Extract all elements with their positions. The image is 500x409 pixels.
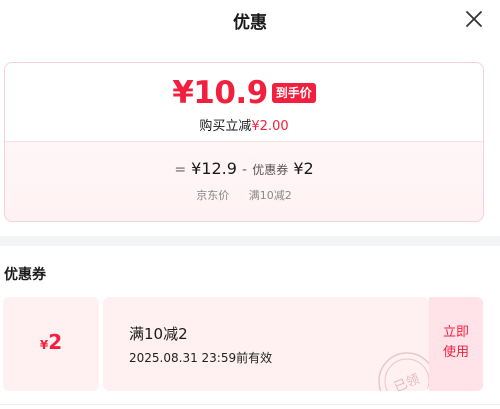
header: 优惠 — [0, 0, 500, 42]
final-price-area: ¥10.9 到手价 购买立减¥2.00 — [5, 63, 483, 141]
price-summary-card: ¥10.9 到手价 购买立减¥2.00 = ¥12.9 - 优惠券 ¥2 京东价 … — [4, 62, 484, 222]
coupon-notch-top — [97, 293, 105, 301]
coupon-notch-bottom — [97, 387, 105, 395]
close-button[interactable] — [462, 7, 486, 31]
coupon-rule-label: 满10减2 — [248, 189, 292, 202]
summary-divider — [5, 141, 483, 142]
coupon-label: 优惠券 — [252, 163, 289, 177]
discount-label: 购买立减 — [199, 119, 252, 134]
formula-equals: = — [174, 162, 187, 178]
final-price-row: ¥10.9 到手价 — [5, 75, 483, 111]
coupon-info-panel: 满10减2 2025.08.31 23:59前有效 已领 — [103, 297, 429, 391]
jd-price-value: ¥12.9 — [191, 159, 237, 178]
discount-amount: ¥2.00 — [251, 119, 289, 134]
use-now-button[interactable]: 立即 使用 — [429, 297, 483, 391]
use-now-label[interactable]: 立即 使用 — [429, 323, 483, 363]
page-title: 优惠 — [233, 13, 267, 33]
formula-labels: 京东价 满10减2 — [5, 187, 483, 203]
final-price: ¥10.9 — [172, 75, 268, 111]
formula-minus: - — [242, 162, 248, 178]
coupon-amount: ¥2 — [3, 330, 99, 354]
price-formula: = ¥12.9 - 优惠券 ¥2 — [5, 159, 483, 178]
jd-price-label: 京东价 — [196, 189, 230, 202]
coupon-amount-panel: ¥2 — [3, 297, 99, 391]
use-now-line1[interactable]: 立即 — [429, 323, 483, 343]
claimed-stamp-text: 已领 — [392, 372, 422, 391]
final-price-badge: 到手价 — [271, 83, 316, 103]
use-now-line2[interactable]: 使用 — [429, 343, 483, 363]
coupon-value: 2 — [48, 330, 63, 354]
coupon-card: ¥2 满10减2 2025.08.31 23:59前有效 已领 立即 使用 — [3, 293, 483, 395]
coupon-amount-value: ¥2 — [293, 159, 314, 178]
coupon-condition: 满10减2 — [129, 325, 188, 343]
coupon-expiry: 2025.08.31 23:59前有效 — [129, 351, 273, 365]
coupon-section-title: 优惠券 — [4, 267, 46, 283]
close-icon[interactable] — [462, 7, 486, 31]
section-separator — [0, 236, 500, 246]
discount-row: 购买立减¥2.00 — [5, 115, 483, 134]
claimed-stamp-icon: 已领 — [378, 352, 429, 391]
coupon-currency: ¥ — [39, 338, 49, 352]
bottom-divider — [0, 404, 500, 405]
